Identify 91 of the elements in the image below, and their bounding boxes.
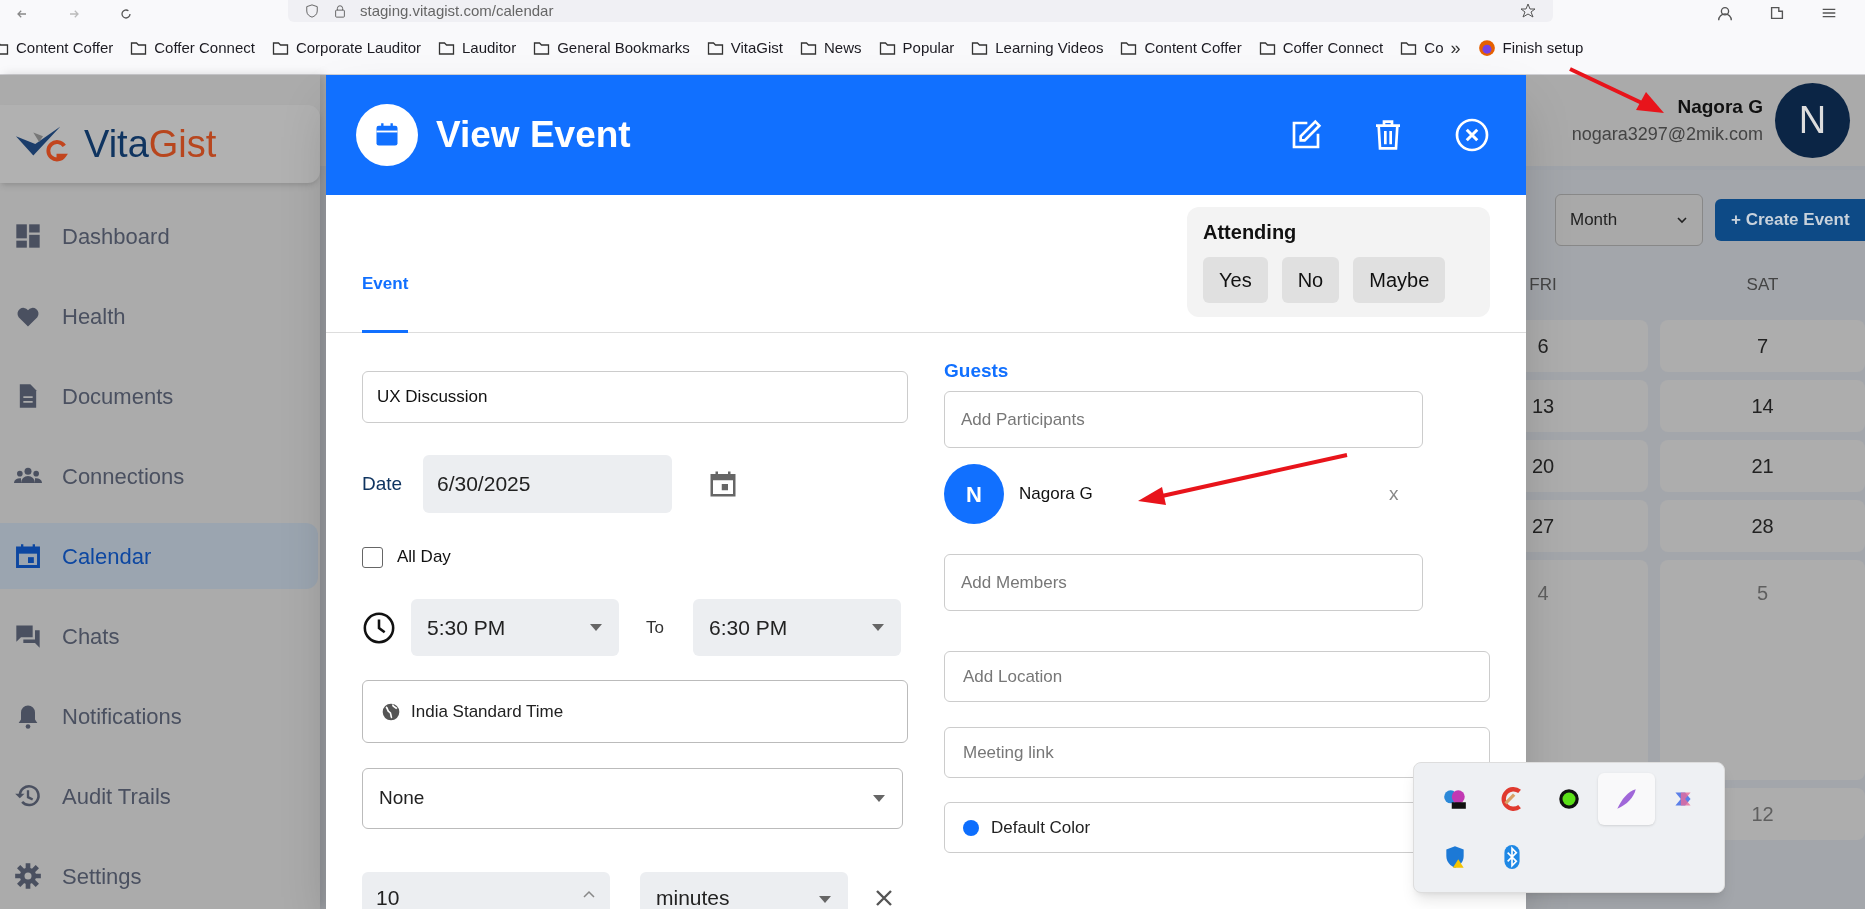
bookmark-link[interactable]: General Bookmarks — [533, 36, 690, 60]
attending-option-button[interactable]: Maybe — [1353, 257, 1446, 303]
view-select[interactable]: Month — [1555, 193, 1703, 246]
title-field[interactable]: UX Discussion — [362, 371, 908, 423]
repeat-select[interactable]: None — [362, 768, 903, 829]
date-field[interactable]: 6/30/2025 — [423, 455, 672, 513]
lock-icon — [332, 4, 348, 18]
day-cell[interactable]: 21 — [1660, 440, 1865, 492]
reminder-unit-select[interactable]: minutes — [640, 872, 848, 909]
folder-icon — [706, 40, 724, 56]
user-avatar[interactable]: N — [1775, 83, 1850, 158]
url-bar[interactable]: staging.vitagist.com/calendar — [288, 0, 1553, 22]
folder-icon — [438, 40, 455, 56]
attending-title: Attending — [1203, 220, 1298, 245]
location-field[interactable]: Add Location — [944, 651, 1490, 702]
bookmark-link[interactable]: Coffer Connect — [130, 36, 255, 60]
close-icon[interactable] — [1454, 117, 1490, 153]
bookmark-link[interactable]: Co — [1400, 36, 1444, 60]
remove-reminder-icon[interactable] — [874, 888, 894, 908]
sidebar-item[interactable]: Audit Trails — [0, 763, 318, 829]
settings-icon — [14, 862, 42, 890]
caret-down-icon — [871, 623, 885, 632]
timezone-field[interactable]: India Standard Time — [362, 680, 908, 743]
dashboard-icon — [14, 222, 42, 250]
sidebar-item[interactable]: Connections — [0, 443, 318, 509]
all-day-label: All Day — [397, 546, 451, 569]
end-time-select[interactable]: 6:30 PM — [693, 599, 901, 656]
members-field[interactable]: Add Members — [944, 554, 1423, 611]
bookmark-link[interactable]: Learning Videos — [971, 36, 1104, 60]
day-cell[interactable]: 7 — [1660, 320, 1865, 372]
remove-guest-button[interactable]: x — [1389, 479, 1399, 509]
folder-icon — [971, 40, 989, 56]
globe-icon — [381, 701, 401, 722]
folder-icon — [1120, 40, 1138, 56]
folder-icon — [130, 40, 148, 56]
bookmark-link[interactable]: Corporate Lauditor — [271, 36, 421, 60]
caret-down-icon — [589, 623, 603, 632]
day-heading: FRI — [1528, 273, 1558, 296]
guests-heading: Guests — [944, 361, 1010, 381]
participants-field[interactable]: Add Participants — [944, 391, 1423, 448]
fox-logo-icon — [1477, 39, 1496, 57]
caret-down-icon — [872, 794, 886, 803]
folder-icon — [1258, 40, 1276, 56]
more-bookmarks-button[interactable]: » — [1450, 34, 1461, 62]
sidebar-item[interactable]: Documents — [0, 363, 318, 429]
caret-down-icon — [818, 896, 832, 904]
shield-icon — [304, 4, 320, 18]
star-icon — [1519, 3, 1537, 19]
date-label: Date — [362, 471, 404, 496]
bookmark-link[interactable]: Lauditor — [438, 36, 517, 60]
calendar-icon — [14, 542, 42, 570]
reminder-number-field[interactable]: 10 — [362, 872, 610, 909]
create-event-button[interactable]: + Create Event — [1715, 198, 1865, 241]
folder-icon — [878, 40, 896, 56]
sidebar-item[interactable]: Notifications — [0, 683, 318, 749]
sidebar-item[interactable]: Settings — [0, 843, 318, 909]
bookmark-link[interactable]: Coffer Connect — [1258, 36, 1384, 60]
bookmark-link[interactable]: Content Coffer — [0, 36, 114, 60]
bookmark-link[interactable]: News — [800, 36, 862, 60]
edit-icon[interactable] — [1290, 119, 1322, 151]
logo-text: VitaGist — [84, 125, 217, 163]
sidebar-item[interactable]: Health — [0, 283, 318, 349]
to-label: To — [646, 616, 665, 639]
day-cell[interactable]: 14 — [1660, 380, 1865, 432]
bookmark-link[interactable]: Finish setup — [1477, 36, 1584, 60]
day-cell[interactable]: 28 — [1660, 500, 1865, 552]
dialog-title: View Event — [436, 113, 631, 158]
spinner-up-icon — [582, 890, 596, 898]
day-heading: SAT — [1745, 273, 1780, 296]
user-email: nogara3297@2mik.com — [1571, 123, 1763, 147]
start-time-select[interactable]: 5:30 PM — [411, 599, 619, 656]
sidebar-item[interactable]: Dashboard — [0, 203, 318, 269]
all-day-checkbox[interactable] — [362, 546, 383, 568]
clock-icon — [362, 610, 396, 645]
attending-option-button[interactable]: No — [1281, 257, 1340, 303]
bookmark-link[interactable]: Popular — [878, 36, 955, 60]
folder-icon — [1400, 40, 1418, 56]
guest-name: Nagora G — [1019, 483, 1094, 506]
account-icon[interactable] — [1715, 4, 1735, 22]
bookmark-link[interactable]: VitaGist — [706, 36, 783, 60]
bookmark-link[interactable]: Content Coffer — [1120, 36, 1242, 60]
user-name: Nagora G — [1677, 94, 1763, 119]
guest-avatar: N — [944, 464, 1004, 524]
attending-option-button[interactable]: Yes — [1203, 257, 1268, 303]
calendar-icon[interactable] — [708, 469, 738, 499]
folder-icon — [800, 40, 817, 56]
tab[interactable]: Event — [362, 257, 409, 333]
folder-icon — [533, 40, 551, 56]
url-text: staging.vitagist.com/calendar — [360, 2, 554, 20]
folder-icon — [271, 40, 289, 56]
sidebar-item[interactable]: Chats — [0, 603, 318, 669]
